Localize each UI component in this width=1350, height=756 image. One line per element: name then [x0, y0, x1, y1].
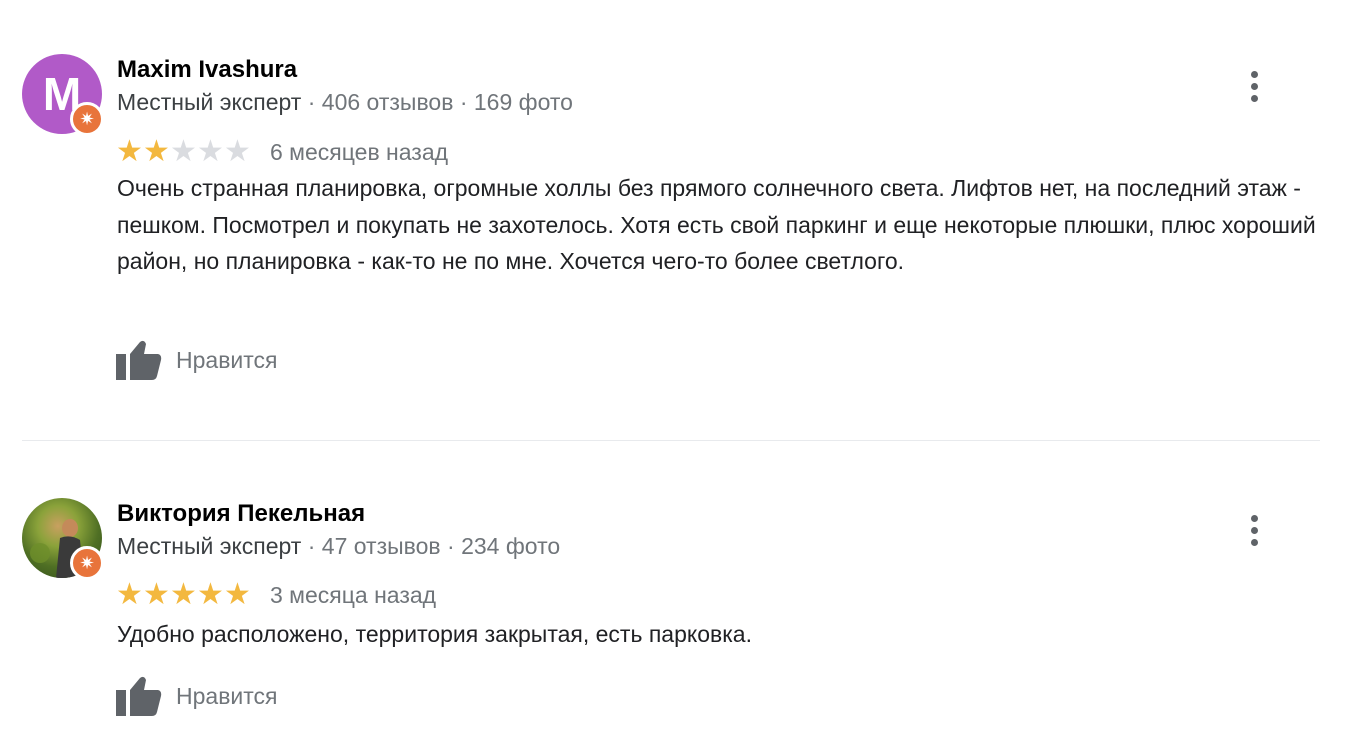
more-options-button[interactable]: [1242, 512, 1266, 548]
author-name[interactable]: Maxim Ivashura: [117, 56, 297, 84]
more-vert-icon: [1250, 70, 1258, 78]
review-date: 3 месяца назад: [270, 582, 437, 608]
star-filled-icon: ★: [143, 135, 170, 168]
like-button[interactable]: Нравится: [116, 676, 278, 716]
author-meta: Местный эксперт · 406 отзывов · 169 фото: [117, 89, 573, 116]
review-text: Очень странная планировка, огромные холл…: [117, 175, 1316, 274]
star-empty-icon: ★: [224, 135, 251, 168]
meta-separator: ·: [459, 89, 468, 115]
rating-stars: ★ ★ ★ ★ ★: [116, 580, 251, 610]
star-filled-icon: ★: [224, 578, 251, 611]
avatar[interactable]: M ✷: [22, 54, 104, 136]
meta-separator: ·: [307, 89, 316, 115]
avatar[interactable]: ✷: [22, 498, 104, 580]
local-guide-icon: ✷: [70, 546, 104, 580]
meta-separator: ·: [447, 533, 455, 559]
review-date: 6 месяцев назад: [270, 139, 449, 165]
review-divider: [22, 440, 1320, 441]
local-guide-icon: ✷: [70, 102, 104, 136]
rating-stars: ★ ★ ★ ★ ★: [116, 137, 251, 167]
like-label: Нравится: [176, 346, 278, 373]
author-role: Местный эксперт: [117, 533, 302, 559]
more-options-button[interactable]: [1242, 68, 1266, 104]
more-vert-icon: [1250, 514, 1258, 522]
star-filled-icon: ★: [197, 578, 224, 611]
star-empty-icon: ★: [197, 135, 224, 168]
thumb-up-icon: [116, 340, 162, 380]
meta-separator: ·: [307, 533, 316, 559]
reviews-count: 47 отзывов: [321, 533, 441, 559]
star-filled-icon: ★: [170, 578, 197, 611]
thumb-up-icon: [116, 676, 162, 716]
author-name[interactable]: Виктория Пекельная: [117, 500, 365, 528]
like-label: Нравится: [176, 682, 278, 709]
author-role: Местный эксперт: [117, 89, 302, 115]
review-text: Удобно расположено, территория закрытая,…: [117, 621, 752, 647]
photos-count: 169 фото: [473, 89, 573, 115]
photos-count: 234 фото: [461, 533, 561, 559]
reviews-count: 406 отзывов: [321, 89, 454, 115]
author-meta: Местный эксперт · 47 отзывов · 234 фото: [117, 533, 560, 560]
star-empty-icon: ★: [170, 135, 197, 168]
star-filled-icon: ★: [143, 578, 170, 611]
star-filled-icon: ★: [116, 578, 143, 611]
like-button[interactable]: Нравится: [116, 340, 278, 380]
star-filled-icon: ★: [116, 135, 143, 168]
